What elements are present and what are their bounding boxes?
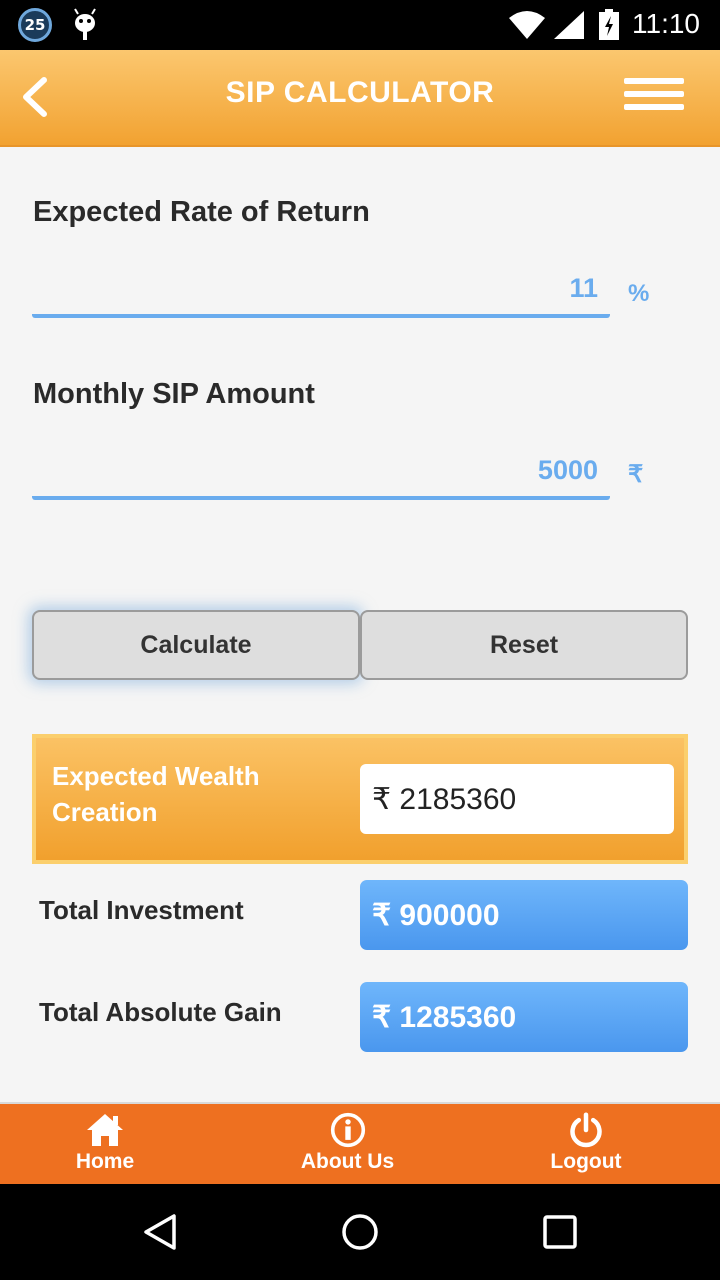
- hamburger-menu-icon[interactable]: [624, 78, 684, 120]
- gain-value: ₹ 1285360: [360, 982, 688, 1052]
- rate-input[interactable]: [32, 262, 610, 314]
- system-nav-bar: [0, 1184, 720, 1280]
- home-icon: [87, 1114, 123, 1146]
- amount-label: Monthly SIP Amount: [33, 378, 315, 410]
- clock-time: 11:10: [632, 8, 700, 39]
- amount-input[interactable]: [32, 444, 610, 496]
- menu-line: [624, 78, 684, 84]
- calculate-button[interactable]: Calculate: [32, 610, 360, 680]
- wealth-label: Expected Wealth Creation: [52, 761, 260, 827]
- rate-field: [32, 262, 610, 318]
- wifi-icon: [509, 11, 545, 39]
- notification-badge: 25: [18, 8, 52, 42]
- back-triangle-icon[interactable]: [140, 1212, 180, 1252]
- menu-line: [624, 91, 684, 97]
- menu-line: [624, 104, 684, 110]
- nav-home[interactable]: Home: [60, 1112, 150, 1174]
- nav-logout-label: Logout: [550, 1150, 622, 1173]
- percent-unit: %: [628, 280, 650, 307]
- gain-label: Total Absolute Gain: [39, 997, 282, 1027]
- power-icon: [570, 1112, 602, 1148]
- wealth-creation-panel: Expected Wealth Creation ₹ 2185360: [32, 734, 688, 864]
- nav-logout[interactable]: Logout: [540, 1112, 632, 1174]
- nav-home-label: Home: [75, 1150, 135, 1173]
- android-icon: [74, 8, 96, 40]
- wealth-value: ₹ 2185360: [360, 764, 674, 834]
- home-circle-icon[interactable]: [340, 1212, 380, 1252]
- recents-square-icon[interactable]: [540, 1212, 580, 1252]
- rupee-unit: ₹: [628, 461, 644, 488]
- bottom-nav: Home About Us Logout: [0, 1102, 720, 1184]
- battery-icon: [599, 9, 619, 40]
- signal-icon: [554, 11, 584, 39]
- investment-label: Total Investment: [39, 895, 244, 925]
- nav-about-label: About Us: [300, 1150, 395, 1173]
- page-title: SIP CALCULATOR: [225, 76, 495, 109]
- rate-label: Expected Rate of Return: [33, 196, 370, 228]
- nav-about[interactable]: About Us: [290, 1112, 405, 1174]
- investment-value: ₹ 900000: [360, 880, 688, 950]
- info-icon: [330, 1112, 365, 1148]
- reset-button[interactable]: Reset: [360, 610, 688, 680]
- app-bar: SIP CALCULATOR: [0, 50, 720, 147]
- amount-field: [32, 444, 610, 500]
- status-bar: 25 11:10: [0, 0, 720, 50]
